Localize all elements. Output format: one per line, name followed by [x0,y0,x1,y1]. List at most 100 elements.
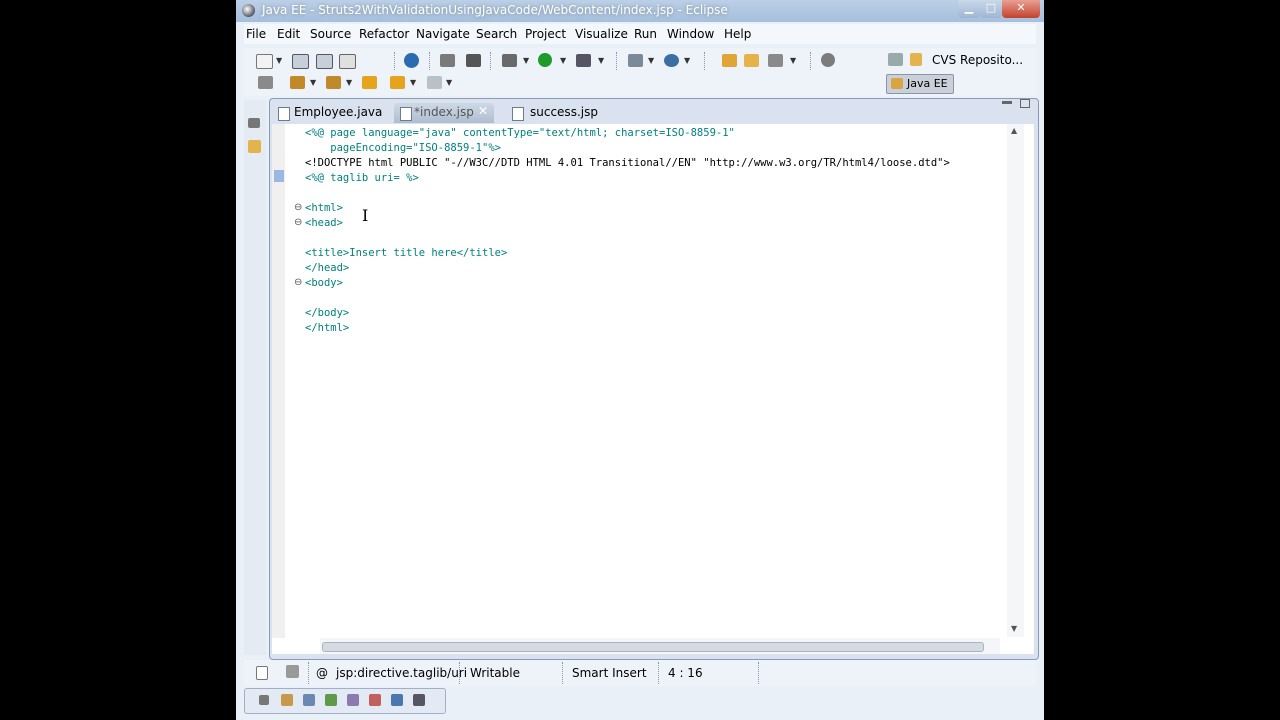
menu-visualize[interactable]: Visualize [575,27,628,41]
editor-area: Employee.java *index.jsp ✕ success.jsp <… [269,98,1039,660]
save-all-icon[interactable] [316,54,333,69]
tab-success-jsp[interactable]: success.jsp [506,103,606,123]
menu-bar: File Edit Source Refactor Navigate Searc… [244,24,1036,44]
mouse-cursor-icon: I [362,206,369,225]
fast-view-icon[interactable] [256,666,268,680]
menu-navigate[interactable]: Navigate [416,27,470,41]
status-writable: Writable [470,666,520,680]
open-type-icon[interactable] [722,54,737,67]
link-icon[interactable] [286,665,299,678]
properties-icon[interactable] [303,694,315,706]
server-icon[interactable] [404,53,419,68]
window-title: Java EE - Struts2WithValidationUsingJava… [262,3,728,17]
back-icon[interactable] [390,76,405,89]
minimize-button[interactable]: ▁ [958,0,980,18]
code-line-13: </body> [305,307,350,319]
code-line-9: <title>Insert title here</title> [305,247,508,259]
maximize-view-icon[interactable] [1020,99,1030,108]
scroll-up-icon[interactable]: ▲ [1011,126,1017,135]
horizontal-scroll-thumb[interactable] [322,642,984,652]
menu-window[interactable]: Window [667,27,714,41]
code-line-10: </head> [305,262,350,274]
code-line-3: <!DOCTYPE html PUBLIC "-//W3C//DTD HTML … [305,157,950,169]
eclipse-icon [242,4,255,17]
occurrence-marker [274,170,284,182]
menu-file[interactable]: File [246,27,266,41]
external-tools-icon[interactable] [576,54,591,67]
scroll-down-icon[interactable]: ▼ [1011,624,1017,633]
open-resource-icon[interactable] [744,54,759,67]
progress-icon[interactable] [413,694,425,706]
status-context: jsp:directive.taglib/uri [336,666,468,680]
project-explorer-icon[interactable] [248,140,261,153]
perspective-cvs[interactable]: CVS Reposito... [932,53,1023,67]
new-icon[interactable] [256,54,273,69]
snippets-icon[interactable] [369,694,381,706]
status-icon: @ [316,666,328,680]
tab-index-jsp[interactable]: *index.jsp ✕ [394,103,494,123]
code-line-7: <head> [305,217,343,229]
binoculars-icon[interactable] [466,54,481,67]
run-icon[interactable] [538,53,552,67]
code-line-11: <body> [305,277,343,289]
save-icon[interactable] [292,54,309,69]
bottom-trim-bar [244,688,446,714]
code-line-4: <%@ taglib uri= %> [305,172,419,184]
restore-icon[interactable] [259,695,269,705]
menu-refactor[interactable]: Refactor [359,27,409,41]
title-bar: Java EE - Struts2WithValidationUsingJava… [236,0,1044,22]
main-toolbar: ▼ ▼ ▼ ▼ ▼ ▼ ▼ ▼ ▼ ▼ ▼ CVS Reposito... Ja… [244,48,1036,96]
print-icon[interactable] [339,54,356,69]
menu-search[interactable]: Search [476,27,517,41]
next-annotation-icon[interactable] [290,76,305,89]
vertical-scrollbar[interactable]: ▲ ▼ [1007,124,1024,637]
forward-icon[interactable] [427,76,442,89]
servers-icon[interactable] [325,694,337,706]
globe-icon[interactable] [821,53,835,67]
console-icon[interactable] [391,694,403,706]
maximize-button[interactable]: □ [980,0,1002,18]
jsp-file-icon [512,107,524,121]
code-line-2: pageEncoding="ISO-8859-1"%> [305,142,501,154]
menu-edit[interactable]: Edit [277,27,300,41]
fold-icon[interactable]: ⊖ [294,217,302,228]
close-tab-icon[interactable]: ✕ [478,104,488,118]
status-bar: @ jsp:directive.taglib/uri Writable Smar… [244,660,1036,686]
fold-icon[interactable]: ⊖ [294,202,302,213]
status-insert-mode: Smart Insert [572,666,647,680]
menu-source[interactable]: Source [310,27,351,41]
cvs-icon [910,53,922,66]
data-source-icon[interactable] [347,694,359,706]
restore-icon[interactable] [248,118,260,128]
open-perspective-icon[interactable] [888,53,903,66]
prev-annotation-icon[interactable] [326,76,341,89]
wrench-icon[interactable] [258,76,273,89]
code-line-14: </html> [305,322,350,334]
horizontal-scrollbar[interactable] [320,638,1000,654]
tool-icon[interactable] [440,54,455,67]
menu-project[interactable]: Project [525,27,566,41]
debug-icon[interactable] [502,54,517,67]
close-button[interactable]: ✕ [1002,0,1040,18]
perspective-javaee[interactable]: Java EE [886,74,954,94]
code-line-6: <html> [305,202,343,214]
code-line-1: <%@ page language="java" contentType="te… [305,127,735,139]
annotation-ruler [272,124,285,638]
minimize-view-icon[interactable] [1002,101,1012,104]
deploy-icon[interactable] [768,54,783,67]
java-file-icon [278,107,290,121]
tab-employee-java[interactable]: Employee.java [272,103,388,123]
new-server-icon[interactable] [628,54,643,67]
code-editor[interactable]: <%@ page language="java" contentType="te… [272,124,1034,654]
fold-icon[interactable]: ⊖ [294,277,302,288]
eclipse-window: Java EE - Struts2WithValidationUsingJava… [236,0,1044,720]
javaee-icon [891,78,903,89]
markers-icon[interactable] [281,694,293,706]
menu-help[interactable]: Help [724,27,751,41]
left-trim-bar [244,100,266,655]
jsp-file-icon [400,107,412,121]
web-service-icon[interactable] [664,54,679,67]
last-edit-icon[interactable] [362,76,377,89]
new-dropdown-icon[interactable]: ▼ [276,56,282,65]
menu-run[interactable]: Run [634,27,657,41]
